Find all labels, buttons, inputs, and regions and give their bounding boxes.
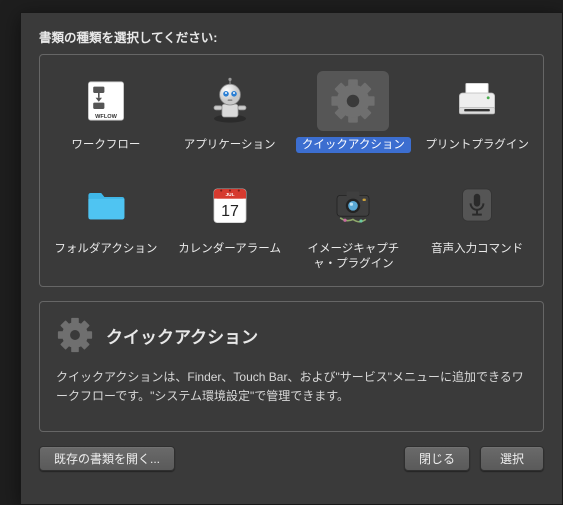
gear-icon: [317, 71, 389, 131]
type-label: アプリケーション: [178, 137, 282, 153]
camera-icon: [317, 175, 389, 235]
type-quick[interactable]: クイックアクション: [294, 69, 414, 157]
types-container: WFLOW ワークフロー アプリケーション クイックアクション プリントプラグイ…: [39, 54, 544, 287]
type-app[interactable]: アプリケーション: [170, 69, 290, 157]
open-existing-button[interactable]: 既存の書類を開く...: [39, 446, 175, 471]
description-header: クイックアクション: [56, 316, 527, 354]
workflow-icon: WFLOW: [70, 71, 142, 131]
type-label: 音声入力コマンド: [425, 241, 529, 257]
printer-icon: [441, 71, 513, 131]
type-label: カレンダーアラーム: [172, 241, 287, 257]
svg-text:17: 17: [221, 204, 239, 221]
type-dictation[interactable]: 音声入力コマンド: [417, 173, 537, 276]
folder-icon: [70, 175, 142, 235]
types-grid: WFLOW ワークフロー アプリケーション クイックアクション プリントプラグイ…: [46, 69, 537, 276]
button-bar: 既存の書類を開く... 閉じる 選択: [39, 446, 544, 471]
mic-icon: [441, 175, 513, 235]
type-label: フォルダアクション: [48, 241, 163, 257]
robot-icon: [194, 71, 266, 131]
svg-text:JUL: JUL: [225, 193, 234, 199]
type-folder[interactable]: フォルダアクション: [46, 173, 166, 276]
type-label: プリントプラグイン: [419, 137, 535, 153]
type-label: イメージキャプチ ャ・プラグイン: [301, 241, 405, 272]
svg-text:WFLOW: WFLOW: [95, 114, 117, 120]
choose-button[interactable]: 選択: [480, 446, 544, 471]
description-title: クイックアクション: [106, 323, 258, 348]
description-box: クイックアクション クイックアクションは、Finder、Touch Bar、およ…: [39, 301, 544, 432]
prompt-label: 書類の種類を選択してください:: [39, 27, 544, 46]
type-calendar[interactable]: JUL 17 カレンダーアラーム: [170, 173, 290, 276]
calendar-icon: JUL 17: [194, 175, 266, 235]
type-image[interactable]: イメージキャプチ ャ・プラグイン: [294, 173, 414, 276]
description-text: クイックアクションは、Finder、Touch Bar、および"サービス"メニュ…: [56, 368, 527, 405]
gear-icon: [56, 316, 94, 354]
type-label: クイックアクション: [296, 137, 411, 153]
document-type-chooser: 書類の種類を選択してください: WFLOW ワークフロー アプリケーション クイ…: [20, 12, 563, 505]
type-label: ワークフロー: [65, 137, 146, 153]
close-button[interactable]: 閉じる: [404, 446, 470, 471]
type-print[interactable]: プリントプラグイン: [417, 69, 537, 157]
type-workflow[interactable]: WFLOW ワークフロー: [46, 69, 166, 157]
